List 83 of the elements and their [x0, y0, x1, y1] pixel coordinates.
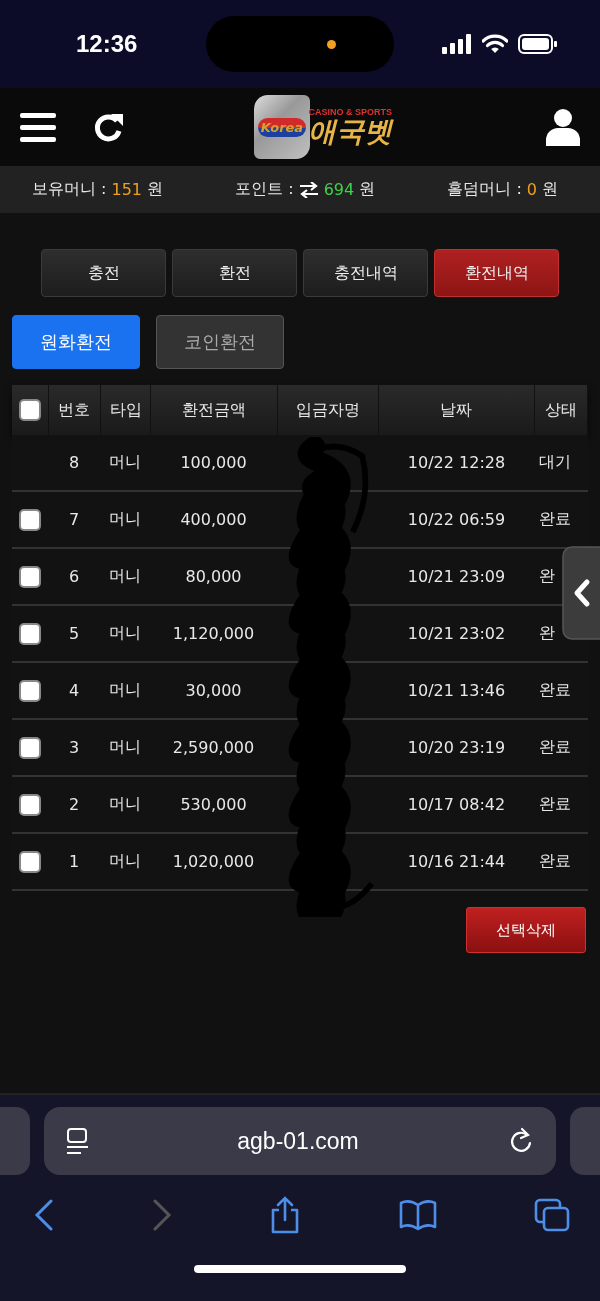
table-cell-text: 30,000	[184, 681, 243, 700]
table-cell-text: 8	[67, 453, 81, 472]
table-cell-text: 4	[67, 681, 81, 700]
table-cell-text: 완료	[538, 509, 572, 530]
address-bar[interactable]: agb-01.com	[44, 1107, 556, 1175]
table-cell-text: 10/16 21:44	[406, 852, 507, 871]
clock-time: 12:36	[76, 30, 138, 58]
table-cell-text: 1,020,000	[171, 852, 256, 871]
table-cell-text: 완료	[538, 737, 572, 758]
table-cell-text: 10/20 23:19	[406, 738, 507, 757]
indicator-dot	[327, 39, 337, 49]
currency-unit: 원	[542, 179, 558, 200]
refresh-icon[interactable]	[92, 111, 124, 143]
user-icon[interactable]	[546, 108, 580, 146]
row-checkbox[interactable]	[19, 622, 41, 645]
url-text: agb-01.com	[237, 1127, 359, 1155]
tabs-icon[interactable]	[534, 1198, 570, 1232]
table-cell-text: 10/21 23:02	[406, 624, 507, 643]
table-cell-text: 완	[538, 566, 556, 587]
balance-label: 포인트 :	[235, 179, 294, 200]
table-cell-text: 80,000	[184, 567, 243, 586]
share-icon[interactable]	[269, 1196, 301, 1234]
nav-tab[interactable]: 충전	[41, 249, 166, 297]
table-cell-text: 머니	[108, 851, 142, 872]
side-panel-toggle[interactable]	[562, 546, 600, 640]
table-cell-text: 머니	[108, 737, 142, 758]
table-cell-text: 대기	[538, 452, 572, 473]
book-icon[interactable]	[398, 1199, 437, 1231]
table-cell-text: 완료	[538, 851, 572, 872]
exchange-arrows-icon[interactable]	[298, 181, 319, 198]
balance-value: 0	[526, 180, 537, 199]
reload-icon[interactable]	[508, 1127, 534, 1155]
table-cell-text: 머니	[108, 623, 142, 644]
currency-tab[interactable]: 코인환전	[156, 315, 284, 369]
table-cell-text: 3	[67, 738, 81, 757]
table-cell-text: 7	[67, 510, 81, 529]
table-cell-text: 머니	[108, 566, 142, 587]
table-cell-text: 6	[67, 567, 81, 586]
table-cell-text: 10/22 06:59	[406, 510, 507, 529]
table-cell-text: 머니	[108, 452, 142, 473]
balance-label: 홀덤머니 :	[447, 179, 522, 200]
table-cell-text: 1,120,000	[171, 624, 256, 643]
row-checkbox[interactable]	[19, 736, 41, 759]
select-all-checkbox[interactable]	[18, 399, 41, 421]
currency-tab[interactable]: 원화환전	[12, 315, 140, 369]
currency-unit: 원	[359, 179, 376, 200]
table-cell-text: 2	[67, 795, 81, 814]
wifi-icon	[482, 34, 508, 54]
table-cell-text: 2,590,000	[171, 738, 256, 757]
row-checkbox[interactable]	[19, 508, 41, 531]
logo-name: 애국벳	[308, 116, 392, 148]
nav-tab[interactable]: 환전	[172, 249, 297, 297]
table-cell-text: 완료	[538, 680, 572, 701]
table-cell-text: 10/21 23:09	[406, 567, 507, 586]
table-cell-text: 머니	[108, 509, 142, 530]
back-icon[interactable]	[34, 1199, 54, 1231]
signal-icon	[442, 34, 472, 54]
table-cell-text: 완	[538, 623, 556, 644]
menu-icon[interactable]	[20, 111, 56, 143]
table-cell-text: 10/21 13:46	[406, 681, 507, 700]
delete-selected-button[interactable]: 선택삭제	[466, 907, 586, 953]
table-cell-text: 400,000	[179, 510, 248, 529]
table-cell-text: 10/22 12:28	[406, 453, 507, 472]
table-cell-text: 100,000	[179, 453, 248, 472]
table-cell-text: 5	[67, 624, 81, 643]
balance-value: 151	[111, 180, 143, 199]
row-checkbox[interactable]	[19, 679, 41, 702]
page-menu-icon[interactable]	[66, 1128, 88, 1154]
table-cell-text: 완료	[538, 794, 572, 815]
currency-unit: 원	[147, 179, 164, 200]
table-cell-text: 10/17 08:42	[406, 795, 507, 814]
battery-icon	[518, 34, 558, 54]
nav-tab[interactable]: 충전내역	[303, 249, 428, 297]
table-cell-text: 530,000	[179, 795, 248, 814]
balance-value: 694	[323, 180, 355, 199]
table-cell-text: 머니	[108, 680, 142, 701]
nav-tab[interactable]: 환전내역	[434, 249, 559, 297]
balance-label: 보유머니 :	[32, 179, 107, 200]
row-checkbox[interactable]	[19, 793, 41, 816]
row-checkbox[interactable]	[19, 565, 41, 588]
row-checkbox[interactable]	[19, 850, 41, 873]
table-cell-text: 1	[67, 852, 81, 871]
table-cell-text: 머니	[108, 794, 142, 815]
